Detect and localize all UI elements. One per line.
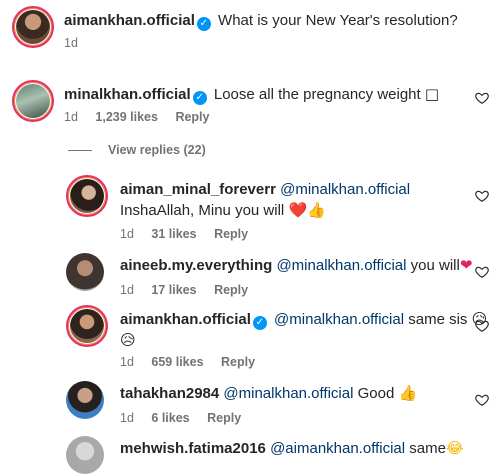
post-caption: What is your New Year's resolution?	[218, 12, 458, 29]
reply-time[interactable]: 1d	[120, 411, 134, 425]
reply-text: you will	[410, 257, 460, 274]
divider	[68, 149, 92, 151]
reply-text: same sis	[408, 311, 468, 328]
reply-row: mehwish.fatima2016 @aimankhan.official s…	[66, 436, 464, 474]
mention-link[interactable]: @minalkhan.official	[274, 311, 404, 328]
verified-badge-icon: ✓	[252, 316, 267, 330]
reply-emoji: ❤	[459, 256, 473, 274]
comment-text: Loose all the pregnancy weight	[213, 86, 421, 103]
reply-username[interactable]: aimankhan.official	[120, 311, 251, 328]
reply-text: Minu you will	[198, 202, 285, 219]
avatar[interactable]	[66, 253, 104, 291]
avatar[interactable]	[66, 305, 108, 347]
verified-badge-icon: ✓	[192, 91, 207, 105]
reply-emoji: 😂	[445, 439, 464, 457]
reply-button[interactable]: Reply	[214, 283, 248, 297]
reply-row: aineeb.my.everything @minalkhan.official…	[66, 253, 472, 297]
avatar[interactable]	[66, 436, 104, 474]
avatar[interactable]	[66, 175, 108, 217]
avatar[interactable]	[12, 80, 54, 122]
comment-username[interactable]: minalkhan.official	[64, 86, 191, 103]
view-replies-button[interactable]: View replies (22)	[68, 143, 206, 157]
avatar[interactable]	[66, 381, 104, 419]
reply-username[interactable]: aineeb.my.everything	[120, 257, 272, 274]
reply-row: aimankhan.official ✓ @minalkhan.official …	[66, 305, 487, 369]
reply-text: InshaAllah,	[120, 202, 195, 219]
mention-link[interactable]: @minalkhan.official	[280, 181, 410, 198]
reply-username[interactable]: aiman_minal_foreverr	[120, 181, 276, 198]
heart-outline-icon[interactable]	[475, 265, 489, 279]
reply-button[interactable]: Reply	[214, 227, 248, 241]
verified-badge-icon: ✓	[196, 17, 211, 31]
reply-likes[interactable]: 31 likes	[151, 227, 196, 241]
comment-likes[interactable]: 1,239 likes	[95, 110, 158, 124]
reply-button[interactable]: Reply	[207, 411, 241, 425]
reply-emoji: 😥	[120, 331, 136, 349]
reply-button[interactable]: Reply	[221, 355, 255, 369]
post-time[interactable]: 1d	[64, 36, 78, 50]
heart-outline-icon[interactable]	[475, 189, 489, 203]
mention-link[interactable]: @minalkhan.official	[276, 257, 406, 274]
reply-username[interactable]: tahakhan2984	[120, 385, 219, 402]
post-caption-row: aimankhan.official ✓ What is your New Yea…	[12, 6, 458, 50]
reply-time[interactable]: 1d	[120, 227, 134, 241]
reply-button[interactable]: Reply	[175, 110, 209, 124]
mention-link[interactable]: @aimankhan.official	[270, 440, 405, 457]
reply-emoji: ❤️👍	[288, 201, 326, 219]
post-username[interactable]: aimankhan.official	[64, 12, 195, 29]
reply-text: same	[409, 440, 446, 457]
avatar[interactable]	[12, 6, 54, 48]
heart-outline-icon[interactable]	[475, 393, 489, 407]
comment-row: minalkhan.official ✓ Loose all the pregna…	[12, 80, 439, 124]
heart-outline-icon[interactable]	[475, 319, 489, 333]
comment-emoji: □	[424, 85, 440, 103]
reply-row: aiman_minal_foreverr @minalkhan.official…	[66, 175, 460, 241]
reply-time[interactable]: 1d	[120, 283, 134, 297]
reply-time[interactable]: 1d	[120, 355, 134, 369]
reply-likes[interactable]: 659 likes	[151, 355, 203, 369]
reply-likes[interactable]: 6 likes	[151, 411, 189, 425]
reply-likes[interactable]: 17 likes	[151, 283, 196, 297]
comment-time[interactable]: 1d	[64, 110, 78, 124]
reply-username[interactable]: mehwish.fatima2016	[120, 440, 266, 457]
heart-outline-icon[interactable]	[475, 91, 489, 105]
reply-text: Good	[357, 385, 395, 402]
reply-emoji: 👍	[398, 384, 418, 402]
reply-row: tahakhan2984 @minalkhan.official Good 👍 …	[66, 381, 417, 425]
mention-link[interactable]: @minalkhan.official	[223, 385, 353, 402]
view-replies-label: View replies (22)	[108, 143, 206, 157]
